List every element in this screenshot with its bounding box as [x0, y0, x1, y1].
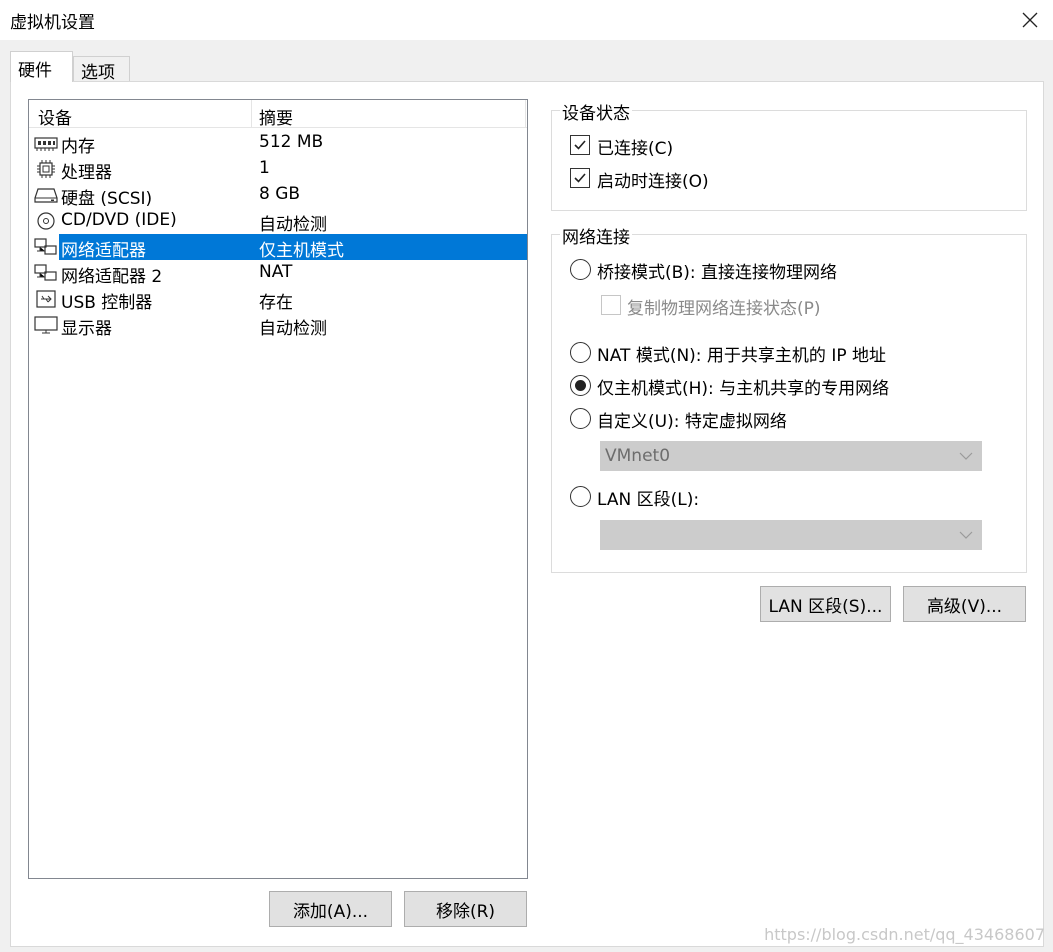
memory-icon	[34, 134, 58, 152]
window-title: 虚拟机设置	[10, 13, 95, 33]
connect-at-power-on-label[interactable]: 启动时连接(O)	[597, 167, 709, 192]
device-name: 显示器	[61, 319, 112, 339]
column-divider	[525, 100, 526, 128]
connect-at-power-on-checkbox[interactable]	[570, 168, 590, 188]
device-name: 处理器	[61, 163, 112, 183]
lan-segments-button-label: LAN 区段(S)...	[768, 596, 883, 617]
tab-options[interactable]: 选项	[73, 56, 130, 83]
host-only-radio[interactable]	[570, 375, 591, 396]
device-summary: 1	[259, 158, 270, 178]
tab-hardware[interactable]: 硬件	[10, 51, 73, 82]
close-button[interactable]	[1007, 0, 1053, 40]
device-name: 内存	[61, 137, 95, 157]
device-name: 网络适配器	[61, 241, 146, 261]
device-row-network-adapter-2[interactable]: 网络适配器 2 NAT	[31, 260, 527, 287]
device-row-harddisk[interactable]: 硬盘 (SCSI) 8 GB	[31, 182, 527, 209]
network-adapter-icon	[34, 238, 58, 256]
connected-label[interactable]: 已连接(C)	[597, 134, 673, 159]
device-summary: NAT	[259, 262, 293, 282]
checkmark-icon	[574, 173, 586, 183]
title-bar: 虚拟机设置	[0, 0, 1053, 40]
device-row-display[interactable]: 显示器 自动检测	[31, 312, 527, 339]
bridged-radio[interactable]	[570, 259, 591, 280]
lan-segment-label[interactable]: LAN 区段(L):	[597, 485, 699, 510]
advanced-button-label: 高级(V)...	[926, 596, 1003, 617]
checkmark-icon	[574, 140, 586, 150]
device-row-network-adapter[interactable]: 网络适配器 仅主机模式	[31, 234, 527, 261]
radio-selected-dot	[575, 380, 586, 391]
advanced-button[interactable]: 高级(V)...	[903, 586, 1026, 622]
device-summary: 仅主机模式	[259, 241, 344, 261]
custom-label[interactable]: 自定义(U): 特定虚拟网络	[597, 407, 787, 432]
usb-icon	[34, 290, 58, 308]
network-connection-title: 网络连接	[560, 223, 632, 248]
remove-button[interactable]: 移除(R)	[404, 891, 527, 927]
device-summary: 512 MB	[259, 132, 324, 152]
watermark: https://blog.csdn.net/qq_43468607	[764, 925, 1045, 944]
column-header-device[interactable]: 设备	[38, 104, 72, 129]
custom-network-select[interactable]: VMnet0	[600, 441, 982, 471]
device-row-usb-controller[interactable]: USB 控制器 存在	[31, 286, 527, 313]
tab-options-label: 选项	[81, 63, 115, 83]
device-row-cd-dvd[interactable]: CD/DVD (IDE) 自动检测	[31, 208, 527, 235]
device-summary: 8 GB	[259, 184, 301, 204]
lan-segment-radio[interactable]	[570, 486, 591, 507]
add-button-label: 添加(A)...	[292, 901, 369, 922]
custom-radio[interactable]	[570, 408, 591, 429]
device-summary: 自动检测	[259, 319, 327, 339]
network-adapter-icon	[34, 264, 58, 282]
device-list[interactable]: 设备 摘要 内存 512 MB 处理器 1 硬盘 (SCSI) 8 GB CD/…	[28, 99, 528, 879]
remove-button-label: 移除(R)	[435, 901, 496, 922]
chevron-down-icon	[959, 531, 973, 539]
close-icon	[1022, 12, 1038, 28]
harddisk-icon	[34, 186, 58, 204]
connected-checkbox[interactable]	[570, 135, 590, 155]
nat-radio[interactable]	[570, 342, 591, 363]
network-connection-group: 网络连接 桥接模式(B): 直接连接物理网络 复制物理网络连接状态(P) NAT…	[551, 223, 1027, 573]
device-summary: 存在	[259, 293, 293, 313]
lan-segment-select[interactable]	[600, 520, 982, 550]
cd-dvd-icon	[34, 212, 58, 230]
device-status-title: 设备状态	[560, 99, 632, 124]
chevron-down-icon	[959, 452, 973, 460]
device-list-header: 设备 摘要	[29, 100, 527, 129]
monitor-icon	[34, 316, 58, 334]
device-status-group: 设备状态 已连接(C) 启动时连接(O)	[551, 99, 1027, 211]
device-name: USB 控制器	[61, 293, 153, 313]
lan-segments-button[interactable]: LAN 区段(S)...	[760, 586, 891, 622]
device-summary: 自动检测	[259, 215, 327, 235]
column-divider	[251, 100, 252, 128]
add-button[interactable]: 添加(A)...	[269, 891, 392, 927]
device-name: 硬盘 (SCSI)	[61, 189, 153, 209]
device-name: CD/DVD (IDE)	[61, 210, 177, 230]
device-row-processor[interactable]: 处理器 1	[31, 156, 527, 183]
host-only-label[interactable]: 仅主机模式(H): 与主机共享的专用网络	[597, 374, 889, 399]
replicate-state-label[interactable]: 复制物理网络连接状态(P)	[627, 294, 821, 319]
device-row-memory[interactable]: 内存 512 MB	[31, 130, 527, 157]
custom-network-value: VMnet0	[605, 446, 671, 466]
device-name: 网络适配器 2	[61, 267, 163, 287]
column-header-summary[interactable]: 摘要	[259, 104, 293, 129]
bridged-label[interactable]: 桥接模式(B): 直接连接物理网络	[597, 258, 837, 283]
replicate-state-checkbox[interactable]	[601, 295, 621, 315]
cpu-icon	[34, 160, 58, 178]
tab-hardware-label: 硬件	[18, 61, 52, 81]
nat-label[interactable]: NAT 模式(N): 用于共享主机的 IP 地址	[597, 341, 886, 366]
